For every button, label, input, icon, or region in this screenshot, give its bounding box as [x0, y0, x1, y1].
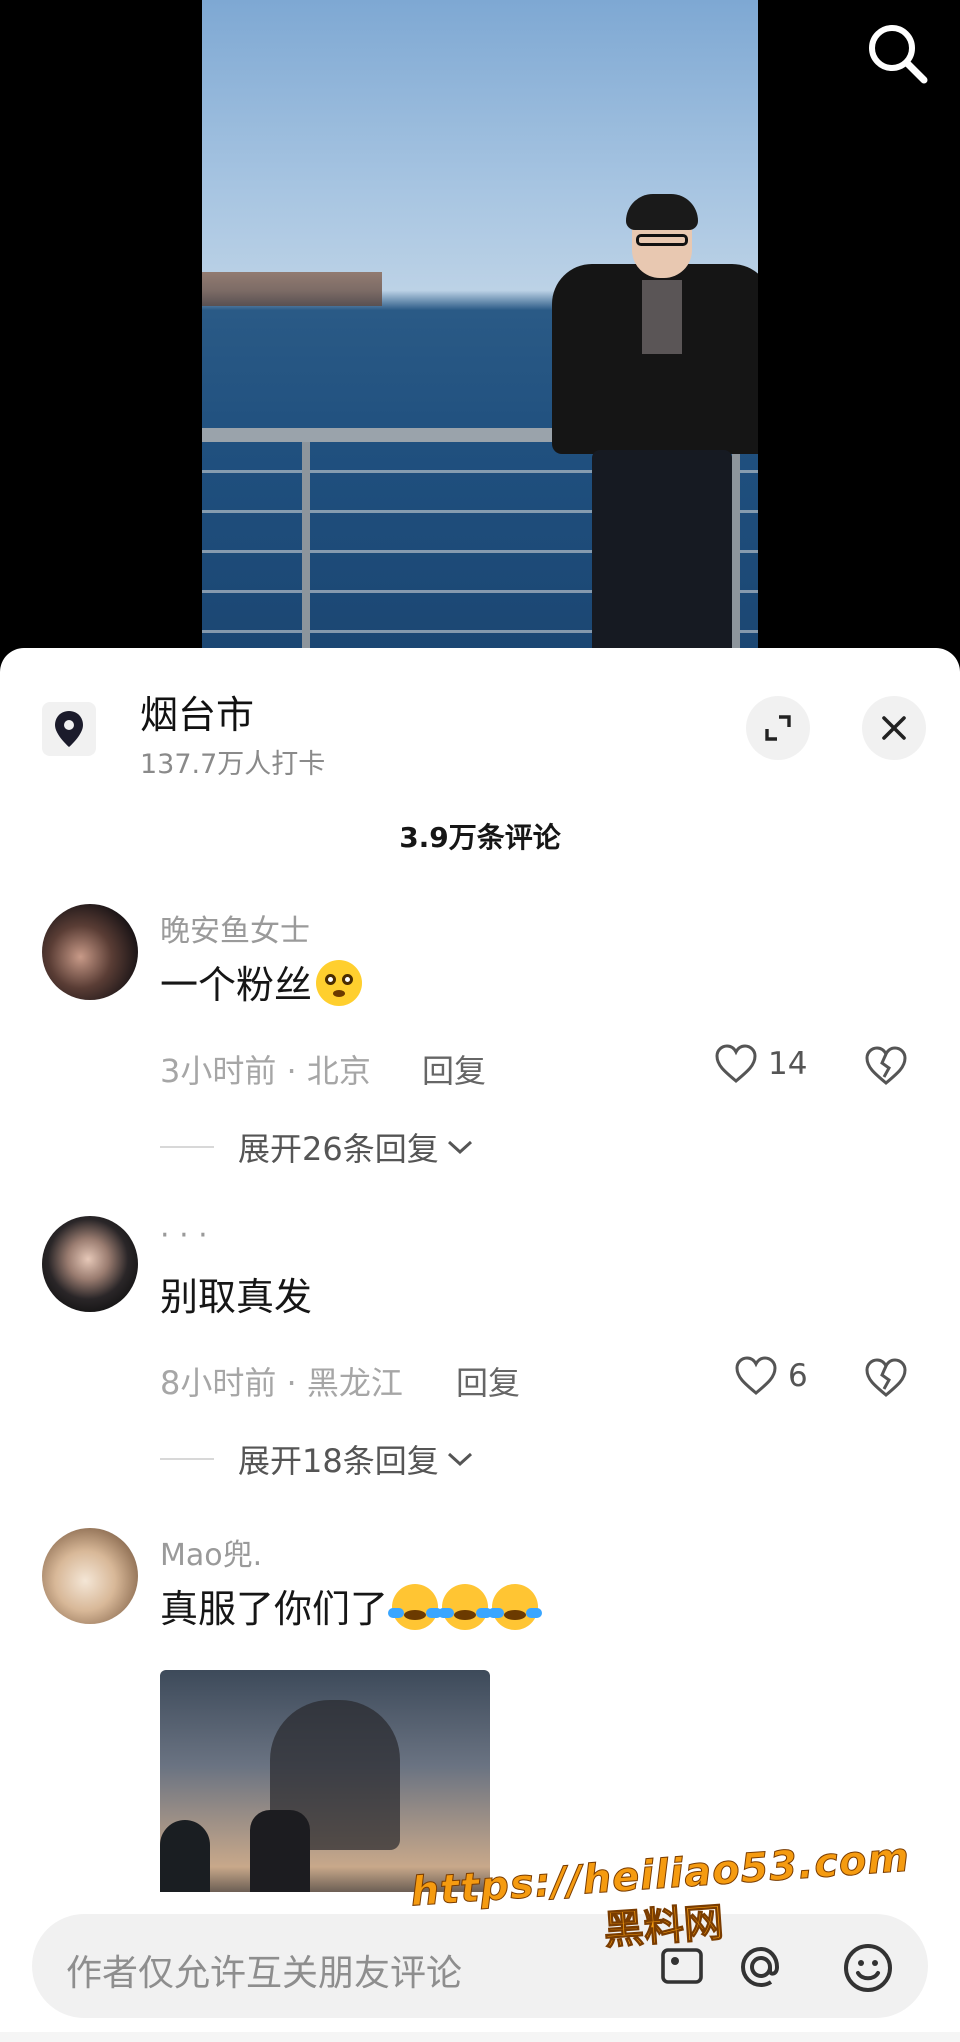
expand-button[interactable]: [746, 696, 810, 760]
close-icon: [882, 716, 906, 740]
expand-replies-label: 展开18条回复: [238, 1442, 439, 1480]
heart-icon: [735, 1356, 777, 1395]
city-skyline: [202, 272, 382, 306]
emoji-button[interactable]: [842, 1942, 894, 1998]
dislike-button[interactable]: [864, 1046, 908, 1090]
comment-username[interactable]: · · ·: [160, 1218, 208, 1253]
like-count: 6: [788, 1358, 808, 1394]
reply-button[interactable]: 回复: [422, 1046, 486, 1092]
search-button[interactable]: [858, 14, 938, 94]
comment-count: 3.9万条评论: [399, 821, 561, 854]
avatar[interactable]: [42, 904, 138, 1000]
crying-laughing-emoji-icon: [438, 1584, 493, 1630]
mention-button[interactable]: [736, 1942, 786, 1996]
expand-replies-label: 展开26条回复: [238, 1130, 439, 1168]
emoji-icon: [844, 1944, 892, 1992]
location-title[interactable]: 烟台市: [140, 684, 254, 739]
comment-text-content: 真服了你们了: [160, 1587, 389, 1631]
chevron-down-icon: [447, 1452, 472, 1467]
comment-input-bar: 作者仅允许互关朋友评论: [0, 1892, 960, 2042]
comment-username[interactable]: 晚安鱼女士: [160, 906, 310, 950]
close-button[interactable]: [862, 696, 926, 760]
broken-heart-icon: [865, 1046, 907, 1085]
like-count: 14: [768, 1046, 808, 1082]
image-icon: [661, 1948, 703, 1984]
like-button[interactable]: 6: [734, 1356, 808, 1396]
crying-laughing-emoji-icon: [488, 1584, 543, 1630]
search-icon: [869, 25, 928, 84]
at-icon: [740, 1946, 780, 1988]
reply-button[interactable]: 回复: [456, 1358, 520, 1404]
comment-input[interactable]: 作者仅允许互关朋友评论: [32, 1914, 928, 2018]
location-checkin-count: 137.7万人打卡: [140, 749, 326, 780]
expand-replies-button[interactable]: 展开18条回复: [160, 1436, 475, 1482]
crying-laughing-emoji-icon: [388, 1584, 443, 1630]
broken-heart-icon: [865, 1358, 907, 1397]
comment-image[interactable]: [160, 1670, 490, 1910]
comment-meta: 3小时前 · 北京: [160, 1052, 371, 1090]
avatar[interactable]: [42, 1528, 138, 1624]
comment-text-content: 一个粉丝: [160, 963, 313, 1007]
flushed-emoji-icon: [316, 960, 363, 1006]
comment-text: 真服了你们了: [160, 1578, 543, 1633]
dislike-button[interactable]: [864, 1358, 908, 1402]
comment-meta: 8小时前 · 黑龙江: [160, 1364, 403, 1402]
comment-input-placeholder: 作者仅允许互关朋友评论: [66, 1953, 463, 1994]
avatar[interactable]: [42, 1216, 138, 1312]
video-frame: [202, 0, 758, 660]
person-figure: [542, 194, 758, 660]
heart-icon: [715, 1044, 757, 1083]
video-player[interactable]: [0, 0, 960, 680]
expand-replies-button[interactable]: 展开26条回复: [160, 1124, 475, 1170]
expand-icon: [765, 715, 791, 741]
comment-username[interactable]: Mao兜.: [160, 1530, 262, 1574]
location-pin-icon[interactable]: [42, 702, 96, 756]
image-button[interactable]: [658, 1942, 706, 1994]
chevron-down-icon: [447, 1140, 472, 1155]
comment-text: 一个粉丝: [160, 954, 363, 1009]
like-button[interactable]: 14: [714, 1044, 807, 1084]
home-indicator: [0, 2032, 960, 2042]
comment-text: 别取真发: [160, 1275, 313, 1319]
comment-sheet: 烟台市 137.7万人打卡 3.9万条评论 晚安鱼女士 一个粉丝 3小时前 · …: [0, 648, 960, 2042]
